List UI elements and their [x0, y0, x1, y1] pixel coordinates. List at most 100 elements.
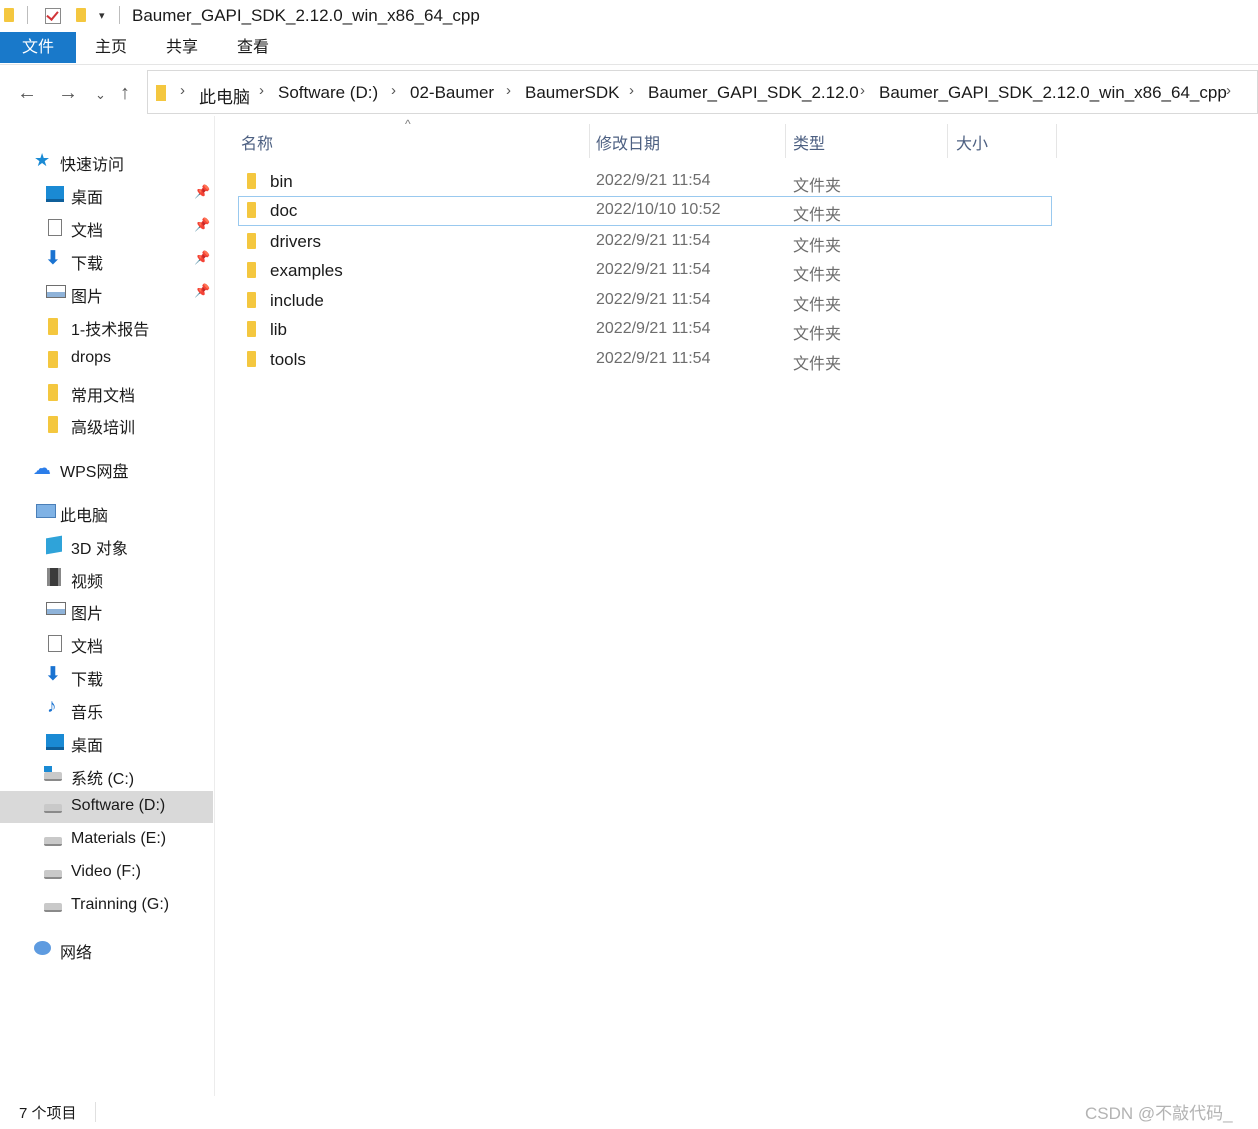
nav-label: 音乐	[71, 705, 104, 722]
column-header-date[interactable]: 修改日期	[596, 130, 660, 154]
customize-quick-access-dropdown-icon[interactable]: ▾	[99, 9, 105, 22]
file-type: 文件夹	[793, 297, 842, 314]
nav-label: 视频	[71, 574, 104, 591]
windows-logo-icon	[44, 766, 52, 772]
file-name: tools	[270, 350, 306, 369]
up-arrow-icon[interactable]: ↑	[120, 82, 130, 105]
breadcrumb-current-folder[interactable]: Baumer_GAPI_SDK_2.12.0_win_x86_64_cpp	[879, 83, 1227, 103]
file-type: 文件夹	[793, 356, 842, 373]
nav-folder-drops[interactable]: drops	[0, 343, 213, 375]
file-row-drivers[interactable]: drivers 2022/9/21 11:54 文件夹	[238, 227, 1052, 257]
column-divider[interactable]	[1056, 124, 1057, 158]
breadcrumb-02-baumer[interactable]: 02-Baumer	[410, 83, 494, 103]
nav-label: Materials (E:)	[71, 830, 167, 847]
address-bar[interactable]: › 此电脑 › Software (D:) › 02-Baumer › Baum…	[147, 70, 1258, 114]
nav-videos[interactable]: 视频	[0, 562, 213, 594]
watermark: CSDN @不敲代码_	[1085, 1104, 1233, 1123]
file-row-include[interactable]: include 2022/9/21 11:54 文件夹	[238, 286, 1052, 316]
file-row-tools[interactable]: tools 2022/9/21 11:54 文件夹	[238, 345, 1052, 375]
file-row-lib[interactable]: lib 2022/9/21 11:54 文件夹	[238, 315, 1052, 345]
nav-label: 文档	[71, 223, 104, 240]
column-header-type[interactable]: 类型	[793, 130, 825, 154]
nav-network[interactable]: 网络	[0, 933, 213, 965]
column-header-name[interactable]: 名称	[241, 130, 273, 154]
breadcrumb-baumersdk[interactable]: BaumerSDK	[525, 83, 619, 103]
file-row-examples[interactable]: examples 2022/9/21 11:54 文件夹	[238, 256, 1052, 286]
nav-pictures[interactable]: 图片 📌	[0, 277, 213, 309]
status-divider	[95, 1102, 96, 1122]
column-header-size[interactable]: 大小	[956, 130, 988, 154]
nav-folder-tech-report[interactable]: 1-技术报告	[0, 310, 213, 342]
forward-arrow-icon[interactable]: →	[58, 82, 78, 105]
nav-drive-c[interactable]: 系统 (C:)	[0, 759, 213, 791]
nav-label: Video (F:)	[71, 863, 141, 880]
properties-check-icon[interactable]	[45, 8, 61, 24]
chevron-right-icon[interactable]: ›	[259, 82, 264, 99]
nav-folder-common-docs[interactable]: 常用文档	[0, 376, 213, 408]
picture-icon	[46, 602, 66, 615]
window-title: Baumer_GAPI_SDK_2.12.0_win_x86_64_cpp	[132, 6, 480, 25]
breadcrumb-this-pc[interactable]: 此电脑	[199, 83, 250, 108]
file-type: 文件夹	[793, 238, 842, 255]
divider	[27, 6, 28, 24]
nav-pc-pictures[interactable]: 图片	[0, 594, 213, 626]
nav-label: Software (D:)	[71, 797, 166, 814]
chevron-right-icon[interactable]: ›	[180, 82, 185, 99]
column-divider[interactable]	[785, 124, 786, 158]
file-date: 2022/9/21 11:54	[596, 291, 711, 308]
column-divider[interactable]	[589, 124, 590, 158]
nav-quick-access[interactable]: ★ 快速访问	[0, 145, 213, 177]
nav-label: 桌面	[71, 738, 104, 755]
nav-drive-f[interactable]: Video (F:)	[0, 857, 213, 889]
nav-pc-documents[interactable]: 文档	[0, 627, 213, 659]
folder-icon	[247, 351, 256, 367]
nav-pc-desktop[interactable]: 桌面	[0, 726, 213, 758]
nav-label: 常用文档	[71, 388, 136, 405]
nav-label: 1-技术报告	[71, 322, 150, 339]
chevron-right-icon[interactable]: ›	[860, 82, 865, 99]
file-type: 文件夹	[793, 267, 842, 284]
nav-drive-d[interactable]: Software (D:)	[0, 791, 213, 823]
nav-this-pc[interactable]: 此电脑	[0, 496, 213, 528]
divider	[119, 6, 120, 24]
nav-label: 下载	[71, 256, 104, 273]
back-arrow-icon[interactable]: ←	[17, 82, 37, 105]
pin-icon: 📌	[194, 283, 211, 298]
chevron-right-icon[interactable]: ›	[629, 82, 634, 99]
nav-label: WPS网盘	[60, 464, 129, 481]
nav-downloads[interactable]: ⬇ 下载 📌	[0, 244, 213, 276]
nav-documents[interactable]: 文档 📌	[0, 211, 213, 243]
chevron-right-icon[interactable]: ›	[506, 82, 511, 99]
new-folder-icon[interactable]	[76, 8, 86, 22]
nav-label: 高级培训	[71, 420, 136, 437]
folder-icon	[247, 321, 256, 337]
column-divider[interactable]	[947, 124, 948, 158]
file-row-doc[interactable]: doc 2022/10/10 10:52 文件夹	[238, 196, 1052, 226]
drive-icon	[44, 804, 62, 813]
pin-icon: 📌	[194, 250, 211, 265]
folder-icon	[156, 85, 166, 101]
breadcrumb-baumer-gapi-sdk[interactable]: Baumer_GAPI_SDK_2.12.0	[648, 83, 859, 103]
folder-icon	[48, 384, 58, 401]
chevron-right-icon[interactable]: ›	[391, 82, 396, 99]
nav-3d-objects[interactable]: 3D 对象	[0, 529, 213, 561]
breadcrumb-software-d[interactable]: Software (D:)	[278, 83, 378, 103]
tab-share[interactable]: 共享	[166, 32, 198, 63]
file-row-bin[interactable]: bin 2022/9/21 11:54 文件夹	[238, 167, 1052, 197]
folder-icon	[247, 233, 256, 249]
tab-home[interactable]: 主页	[95, 32, 127, 63]
tab-file[interactable]: 文件	[0, 32, 76, 63]
chevron-right-icon[interactable]: ›	[1226, 82, 1231, 99]
tab-view[interactable]: 查看	[237, 32, 269, 63]
recent-locations-chevron-icon[interactable]: ⌄	[95, 87, 106, 103]
nav-drive-e[interactable]: Materials (E:)	[0, 824, 213, 856]
nav-label: drops	[71, 349, 112, 366]
nav-music[interactable]: ♪ 音乐	[0, 693, 213, 725]
nav-drive-g[interactable]: Trainning (G:)	[0, 890, 213, 922]
nav-folder-advanced-training[interactable]: 高级培训	[0, 408, 213, 440]
nav-pc-downloads[interactable]: ⬇ 下载	[0, 660, 213, 692]
nav-wps-cloud[interactable]: ☁ WPS网盘	[0, 452, 213, 484]
nav-desktop[interactable]: 桌面 📌	[0, 178, 213, 210]
network-globe-icon	[34, 941, 51, 955]
file-name: include	[270, 291, 324, 310]
